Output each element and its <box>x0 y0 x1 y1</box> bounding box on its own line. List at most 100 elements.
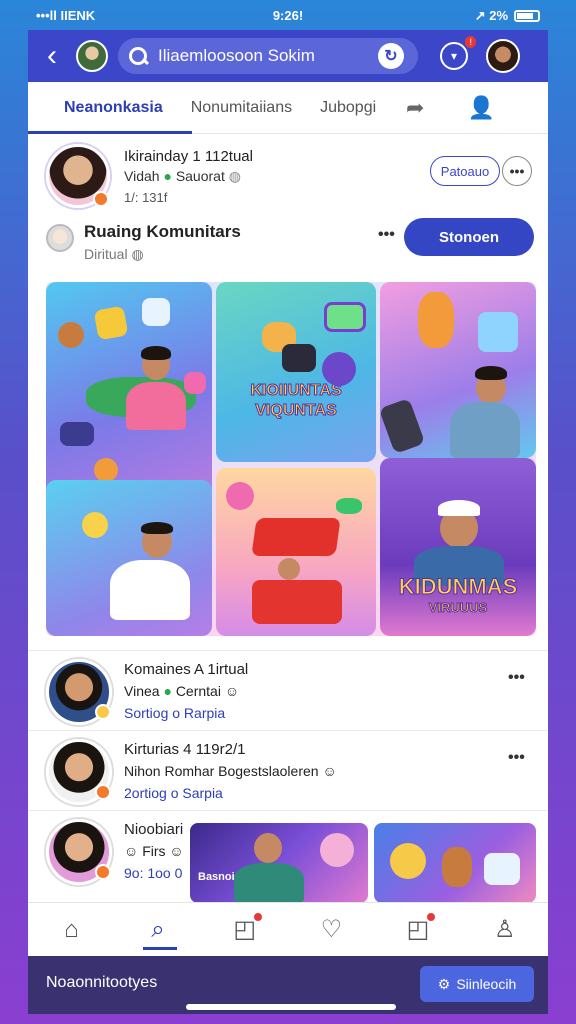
status-right: ↗ 2% <box>475 8 540 24</box>
online-dot <box>93 191 109 207</box>
author-avatar[interactable] <box>46 144 110 208</box>
home-icon[interactable]: ⌂ <box>28 903 115 956</box>
person-hair <box>475 366 507 380</box>
post-image-collage[interactable]: KIOIIUNTAS VIQUNTAS KIDUNMAS VIRUUUS <box>46 282 536 636</box>
person-icon[interactable]: 👤 <box>466 93 496 123</box>
refresh-icon[interactable]: ↻ <box>378 43 404 69</box>
more-options-icon[interactable]: ••• <box>508 669 525 687</box>
tablet-sticker <box>60 422 94 446</box>
group-more-icon[interactable]: ••• <box>378 226 395 244</box>
group-name[interactable]: Ruaing Komunitars <box>84 222 241 242</box>
top-app-bar: ‹ ↻ ▾ ! <box>28 30 548 82</box>
member-subtitle: Nihon Romhar Bogestslaoleren ☺ <box>124 763 337 779</box>
footer-text: Noaonnitootyes <box>46 974 158 991</box>
status-dot <box>95 784 111 800</box>
gear-icon: ⚙ <box>437 975 451 992</box>
chat-sticker <box>142 298 170 326</box>
member-name[interactable]: Nioobiari <box>124 821 183 838</box>
status-dot <box>95 864 111 880</box>
person-head <box>278 558 300 580</box>
status-bar: •••ll IIENK 9:26! ↗ 2% <box>0 0 576 32</box>
person-shirt <box>110 560 190 620</box>
subtitle-part-b: Cerntai <box>175 683 221 699</box>
home-indicator <box>186 1004 396 1010</box>
smile-icon: ☺ <box>224 683 240 699</box>
person-shirt <box>234 863 304 902</box>
member-avatar[interactable] <box>46 659 112 725</box>
search-bar[interactable]: ↻ <box>118 38 418 74</box>
author-meta: Vidah ● Sauorat ◍ <box>124 168 241 185</box>
meta-label-2: Sauorat <box>175 168 225 184</box>
post-thumbnail[interactable] <box>374 823 536 902</box>
person-cap <box>438 500 480 516</box>
person-head <box>254 833 282 863</box>
notifications-icon[interactable]: ▾ ! <box>440 36 476 70</box>
member-link[interactable]: Sortiog o Rarpia <box>124 705 225 721</box>
smile-icon: ☺ <box>322 763 337 779</box>
collage-title-2b: VIRUUUS <box>428 600 488 616</box>
note-sticker <box>484 853 520 885</box>
join-button[interactable]: Stonoen <box>404 218 534 256</box>
leaf-decor <box>336 498 362 514</box>
nav-badge <box>425 911 438 923</box>
messages-icon[interactable]: ◰ <box>375 903 462 956</box>
author-name[interactable]: Ikirainday 1 112tual <box>124 148 253 165</box>
bubble-sticker <box>320 833 354 867</box>
tab-1[interactable]: Nonumitaiians <box>177 99 306 117</box>
list-item[interactable]: Komaines A 1irtual Vinea ● Cerntai ☺ Sor… <box>28 650 548 730</box>
post-thumbnail[interactable]: Basnoi <box>190 823 368 902</box>
search-input[interactable] <box>158 46 378 66</box>
bear-sticker <box>442 847 472 887</box>
profile-avatar[interactable] <box>486 39 520 73</box>
post-time: 1/: 131f <box>124 190 168 205</box>
note-sticker <box>93 305 129 341</box>
booth-counter <box>252 580 342 624</box>
nav-badge <box>252 911 265 923</box>
screen-sticker <box>324 302 366 332</box>
member-link[interactable]: 9o: 1oo 0 <box>124 865 182 881</box>
member-link[interactable]: 2ortiog o Sarpia <box>124 785 223 801</box>
follow-button[interactable]: Patoauo <box>430 156 500 186</box>
person-shirt <box>126 382 186 430</box>
subtitle-text: Firs <box>142 843 166 859</box>
laptop-sticker <box>282 344 316 372</box>
collage-panel-4 <box>46 480 212 636</box>
collage-panel-5 <box>216 468 376 636</box>
collage-title-2: KIDUNMAS <box>398 574 518 600</box>
tab-0[interactable]: Neanonkasia <box>28 99 177 117</box>
battery-percent: ↗ 2% <box>474 8 508 23</box>
member-name[interactable]: Kirturias 4 119r2/1 <box>124 741 245 758</box>
person-shirt <box>450 402 520 458</box>
post-header: Ikirainday 1 112tual Vidah ● Sauorat ◍ 1… <box>28 134 548 216</box>
group-avatar[interactable] <box>76 40 108 72</box>
bottom-nav: ⌂ ⌕ ◰ ♡ ◰ ♙ <box>28 902 548 956</box>
tab-bar: Neanonkasia Nonumitaiians Jubopgi ➦ 👤 <box>28 82 548 134</box>
thumb-label: Basnoi <box>198 871 235 883</box>
heart-icon[interactable]: ♡ <box>288 903 375 956</box>
group-icon[interactable] <box>46 224 74 252</box>
more-options-icon[interactable]: ••• <box>508 749 525 767</box>
collage-title-1: KIOIIUNTAS <box>250 382 342 400</box>
list-item[interactable]: Nioobiari ☺ Firs ☺ 9o: 1oo 0 Basnoi <box>28 810 548 902</box>
group-sub-label: Diritual <box>84 246 128 262</box>
member-name[interactable]: Komaines A 1irtual <box>124 661 248 678</box>
member-avatar[interactable] <box>46 819 112 885</box>
share-icon[interactable]: ➦ <box>400 93 430 123</box>
more-options-icon[interactable]: ••• <box>502 156 532 186</box>
search-nav-icon[interactable]: ⌕ <box>115 903 202 956</box>
sun-sticker <box>82 512 108 538</box>
member-avatar[interactable] <box>46 739 112 805</box>
tab-2[interactable]: Jubopgi <box>306 99 390 117</box>
smile-icon: ☺ <box>169 843 184 859</box>
person-hair <box>141 346 171 360</box>
list-item[interactable]: Kirturias 4 119r2/1 Nihon Romhar Bogests… <box>28 730 548 810</box>
back-arrow-icon[interactable]: ‹ <box>28 30 76 82</box>
footer-action-button[interactable]: ⚙ Siinleocih <box>420 966 534 1002</box>
cat-sticker <box>94 458 118 482</box>
collage-panel-3 <box>380 282 536 458</box>
profile-icon[interactable]: ♙ <box>461 903 548 956</box>
group-subtitle: Diritual ◍ <box>84 246 144 263</box>
globe-icon: ◍ <box>228 168 241 184</box>
booth-roof <box>251 518 341 556</box>
camera-icon[interactable]: ◰ <box>201 903 288 956</box>
